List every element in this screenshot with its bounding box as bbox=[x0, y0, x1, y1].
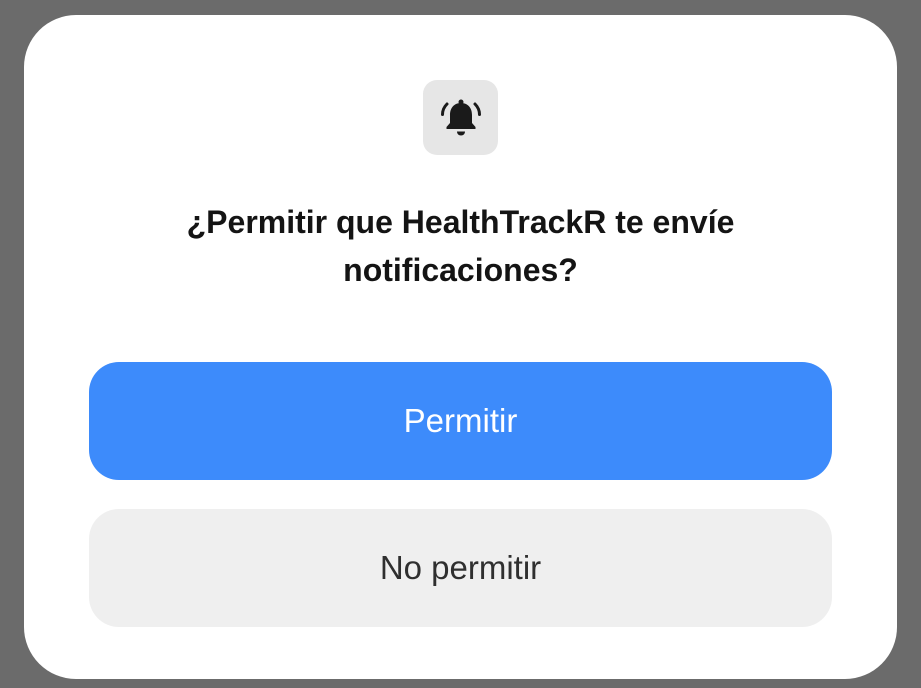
dialog-title: ¿Permitir que HealthTrackR te envíe noti… bbox=[186, 204, 735, 288]
bell-ringing-icon bbox=[423, 80, 498, 155]
dim-backdrop: ¿Permitir que HealthTrackR te envíe noti… bbox=[0, 0, 921, 688]
bell-ringing-icon-glyph bbox=[440, 99, 481, 135]
allow-button[interactable]: Permitir bbox=[89, 362, 832, 480]
deny-button[interactable]: No permitir bbox=[89, 509, 832, 627]
notification-permission-dialog: ¿Permitir que HealthTrackR te envíe noti… bbox=[24, 15, 897, 679]
